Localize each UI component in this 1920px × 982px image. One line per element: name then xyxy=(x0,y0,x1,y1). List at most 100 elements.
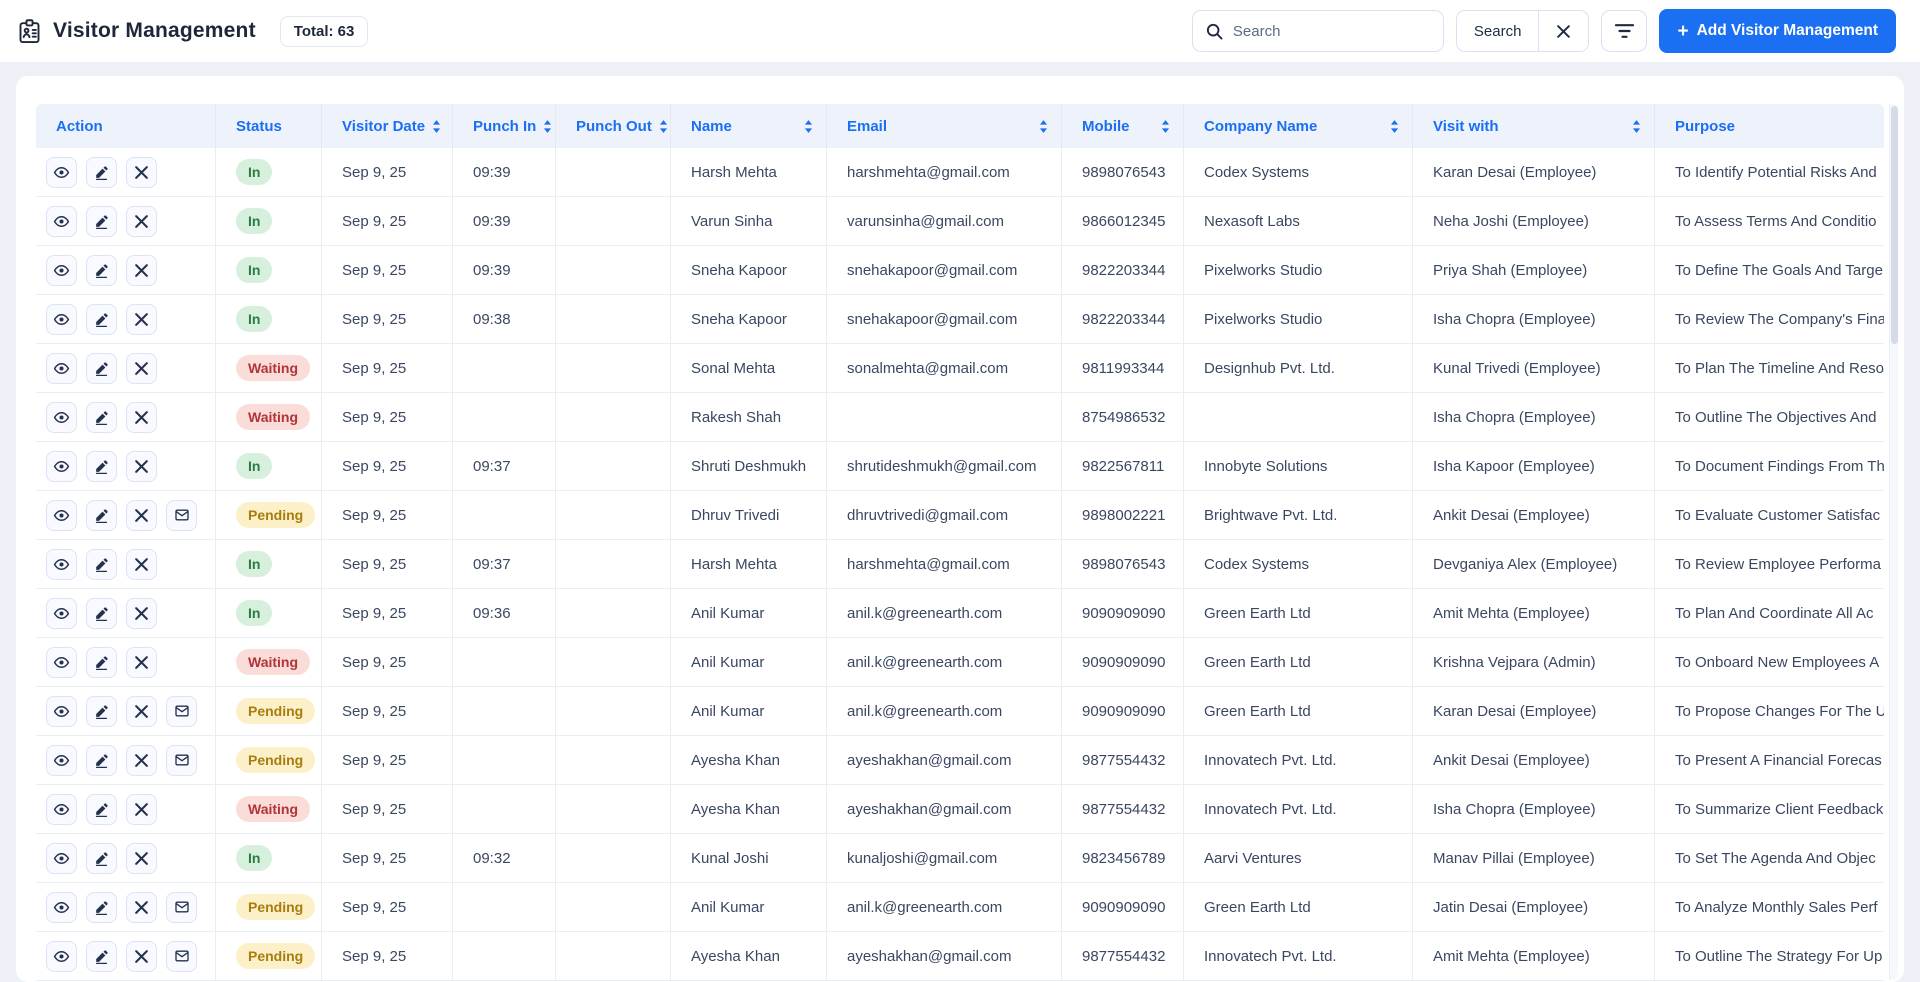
sort-icon[interactable] xyxy=(803,119,814,134)
mail-button[interactable] xyxy=(166,891,197,923)
name-cell: Shruti Deshmukh xyxy=(671,442,827,490)
delete-button[interactable] xyxy=(126,499,157,531)
action-cell xyxy=(36,589,216,637)
edit-button[interactable] xyxy=(86,940,117,972)
sort-icon[interactable] xyxy=(431,119,442,134)
edit-button[interactable] xyxy=(86,891,117,923)
edit-button[interactable] xyxy=(86,548,117,580)
column-header[interactable]: Visitor Date xyxy=(322,104,453,148)
view-button[interactable] xyxy=(46,303,77,335)
delete-button[interactable] xyxy=(126,695,157,727)
view-button[interactable] xyxy=(46,352,77,384)
delete-button[interactable] xyxy=(126,156,157,188)
edit-button[interactable] xyxy=(86,352,117,384)
edit-button[interactable] xyxy=(86,646,117,678)
search-button[interactable]: Search xyxy=(1456,11,1539,51)
delete-button[interactable] xyxy=(126,940,157,972)
purpose-cell: To Set The Agenda And Objec xyxy=(1675,849,1876,867)
edit-button[interactable] xyxy=(86,450,117,482)
view-button[interactable] xyxy=(46,205,77,237)
delete-button[interactable] xyxy=(126,793,157,825)
edit-button[interactable] xyxy=(86,744,117,776)
column-header[interactable]: Visit with xyxy=(1413,104,1655,148)
delete-button[interactable] xyxy=(126,450,157,482)
edit-button[interactable] xyxy=(86,695,117,727)
delete-button[interactable] xyxy=(126,744,157,776)
visit-with-cell: Manav Pillai (Employee) xyxy=(1413,834,1655,882)
column-header[interactable]: Punch In xyxy=(453,104,556,148)
punch-out-cell xyxy=(556,295,671,343)
punch-out-cell xyxy=(556,687,671,735)
delete-button[interactable] xyxy=(126,891,157,923)
pencil-icon xyxy=(94,655,109,670)
column-header[interactable]: Mobile xyxy=(1062,104,1184,148)
view-button[interactable] xyxy=(46,695,77,727)
delete-button[interactable] xyxy=(126,401,157,433)
clear-search-button[interactable] xyxy=(1539,11,1589,51)
scrollbar-thumb[interactable] xyxy=(1890,106,1898,344)
view-button[interactable] xyxy=(46,499,77,531)
sort-icon[interactable] xyxy=(1389,119,1400,134)
edit-button[interactable] xyxy=(86,597,117,629)
delete-button[interactable] xyxy=(126,303,157,335)
view-button[interactable] xyxy=(46,744,77,776)
status-badge: In xyxy=(236,453,273,479)
view-button[interactable] xyxy=(46,842,77,874)
punch-out-cell xyxy=(556,246,671,294)
view-button[interactable] xyxy=(46,597,77,629)
mail-button[interactable] xyxy=(166,940,197,972)
search-box[interactable] xyxy=(1191,10,1444,52)
email-cell: varunsinha@gmail.com xyxy=(827,197,1062,245)
x-icon xyxy=(134,312,149,327)
visit-with-cell: Kunal Trivedi (Employee) xyxy=(1413,344,1655,392)
view-button[interactable] xyxy=(46,450,77,482)
mobile-cell: 9866012345 xyxy=(1062,197,1184,245)
search-input[interactable] xyxy=(1232,22,1431,40)
column-header[interactable]: Email xyxy=(827,104,1062,148)
delete-button[interactable] xyxy=(126,597,157,629)
sort-icon[interactable] xyxy=(1631,119,1642,134)
column-label: Visitor Date xyxy=(342,117,426,135)
mail-button[interactable] xyxy=(166,695,197,727)
view-button[interactable] xyxy=(46,254,77,286)
view-button[interactable] xyxy=(46,940,77,972)
sort-icon[interactable] xyxy=(1160,119,1171,134)
edit-button[interactable] xyxy=(86,303,117,335)
add-visitor-button[interactable]: + Add Visitor Management xyxy=(1659,9,1896,53)
delete-button[interactable] xyxy=(126,254,157,286)
view-button[interactable] xyxy=(46,646,77,678)
vertical-scrollbar[interactable] xyxy=(1889,104,1898,980)
column-header: Purpose xyxy=(1655,104,1884,148)
mobile-cell: 9090909090 xyxy=(1062,589,1184,637)
view-button[interactable] xyxy=(46,891,77,923)
mail-button[interactable] xyxy=(166,744,197,776)
edit-button[interactable] xyxy=(86,499,117,531)
edit-button[interactable] xyxy=(86,156,117,188)
visitor-date-cell: Sep 9, 25 xyxy=(322,393,453,441)
edit-button[interactable] xyxy=(86,793,117,825)
delete-button[interactable] xyxy=(126,842,157,874)
punch-in-cell: 09:39 xyxy=(453,197,556,245)
view-button[interactable] xyxy=(46,548,77,580)
edit-button[interactable] xyxy=(86,842,117,874)
sort-icon[interactable] xyxy=(658,119,669,134)
view-button[interactable] xyxy=(46,401,77,433)
column-header[interactable]: Company Name xyxy=(1184,104,1413,148)
edit-button[interactable] xyxy=(86,401,117,433)
purpose-cell: To Plan And Coordinate All Ac xyxy=(1675,604,1874,622)
view-button[interactable] xyxy=(46,793,77,825)
name-cell: Harsh Mehta xyxy=(671,148,827,196)
delete-button[interactable] xyxy=(126,548,157,580)
edit-button[interactable] xyxy=(86,254,117,286)
filter-button[interactable] xyxy=(1601,10,1648,52)
edit-button[interactable] xyxy=(86,205,117,237)
sort-icon[interactable] xyxy=(1038,119,1049,134)
delete-button[interactable] xyxy=(126,352,157,384)
mail-button[interactable] xyxy=(166,499,197,531)
column-header[interactable]: Punch Out xyxy=(556,104,671,148)
sort-icon[interactable] xyxy=(542,119,553,134)
delete-button[interactable] xyxy=(126,646,157,678)
column-header[interactable]: Name xyxy=(671,104,827,148)
view-button[interactable] xyxy=(46,156,77,188)
delete-button[interactable] xyxy=(126,205,157,237)
